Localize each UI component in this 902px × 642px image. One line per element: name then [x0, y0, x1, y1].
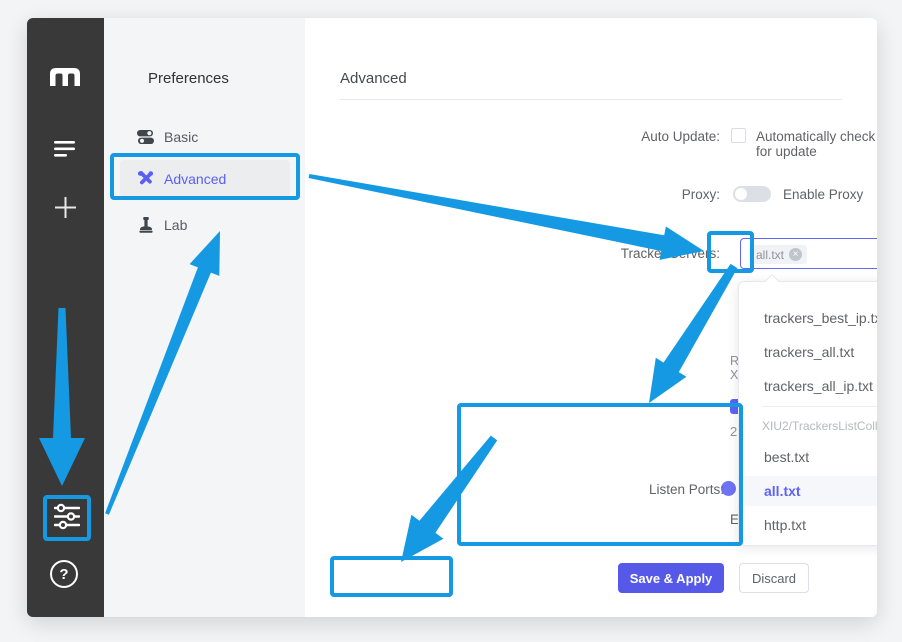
- tag-label: all.txt: [756, 248, 784, 262]
- proxy-toggle[interactable]: [733, 186, 771, 202]
- dropdown-caret: [765, 274, 779, 288]
- tracker-servers-label: Tracker Servers:: [380, 246, 720, 261]
- selected-tag: all.txt ×: [749, 245, 807, 264]
- save-apply-button[interactable]: Save & Apply: [618, 563, 724, 593]
- listen-ports-label: Listen Ports:: [384, 482, 724, 497]
- date-fragment: 2: [730, 424, 737, 439]
- dropdown-item[interactable]: trackers_all_ip.txt: [739, 371, 877, 401]
- main-content: — ✕ Advanced Auto Update: Automatically …: [305, 18, 877, 617]
- tracker-servers-select[interactable]: all.txt ×: [740, 238, 877, 269]
- proxy-text: Enable Proxy: [783, 187, 863, 202]
- dropdown-item[interactable]: trackers_all.txt: [739, 337, 877, 367]
- nav-item-lab[interactable]: Lab: [120, 206, 290, 243]
- preferences-nav-panel: Preferences Basic Advanced Lab: [104, 18, 305, 617]
- screenshot-stage: ? Preferences Basic Advanced: [0, 0, 902, 642]
- dropdown-item[interactable]: best.txt: [739, 442, 877, 472]
- dropdown-divider: [762, 406, 877, 407]
- auto-update-text[interactable]: Automatically check for update: [756, 129, 877, 159]
- dropdown-group-label: XIU2/TrackersListCollection: [762, 419, 877, 433]
- tracker-dropdown: trackers_best_ip.txt trackers_all.txt tr…: [738, 281, 877, 546]
- divider: [340, 99, 842, 100]
- help-icon[interactable]: ?: [50, 560, 78, 588]
- nav-item-label: Advanced: [164, 171, 226, 187]
- dropdown-item[interactable]: trackers_best_ip.txt: [739, 303, 877, 333]
- proxy-label: Proxy:: [380, 187, 720, 202]
- motrix-logo-icon: [50, 68, 80, 91]
- nav-item-label: Lab: [164, 217, 187, 233]
- preferences-icon[interactable]: [54, 503, 80, 535]
- toggle-knob: [735, 188, 747, 200]
- app-sidebar: ?: [27, 18, 104, 617]
- nav-item-basic[interactable]: Basic: [120, 118, 290, 155]
- auto-update-label: Auto Update:: [380, 129, 720, 144]
- motrix-window: ? Preferences Basic Advanced: [27, 18, 877, 617]
- tools-icon: [137, 170, 154, 187]
- auto-update-checkbox[interactable]: [731, 128, 746, 143]
- preferences-title: Preferences: [148, 70, 229, 87]
- discard-button[interactable]: Discard: [739, 563, 809, 593]
- tag-close-icon[interactable]: ×: [789, 248, 802, 261]
- nav-item-advanced[interactable]: Advanced: [120, 160, 290, 197]
- nav-item-label: Basic: [164, 129, 198, 145]
- toggles-icon: [137, 128, 154, 145]
- add-task-icon[interactable]: [55, 197, 76, 223]
- page-title: Advanced: [340, 70, 407, 87]
- dropdown-item-selected[interactable]: all.txt ✓: [739, 476, 877, 506]
- selected-item-label: all.txt: [764, 483, 801, 499]
- lab-stamp-icon: [137, 216, 154, 233]
- help-glyph: ?: [59, 566, 68, 583]
- task-list-icon[interactable]: [54, 141, 76, 163]
- dropdown-item[interactable]: http.txt: [739, 510, 877, 540]
